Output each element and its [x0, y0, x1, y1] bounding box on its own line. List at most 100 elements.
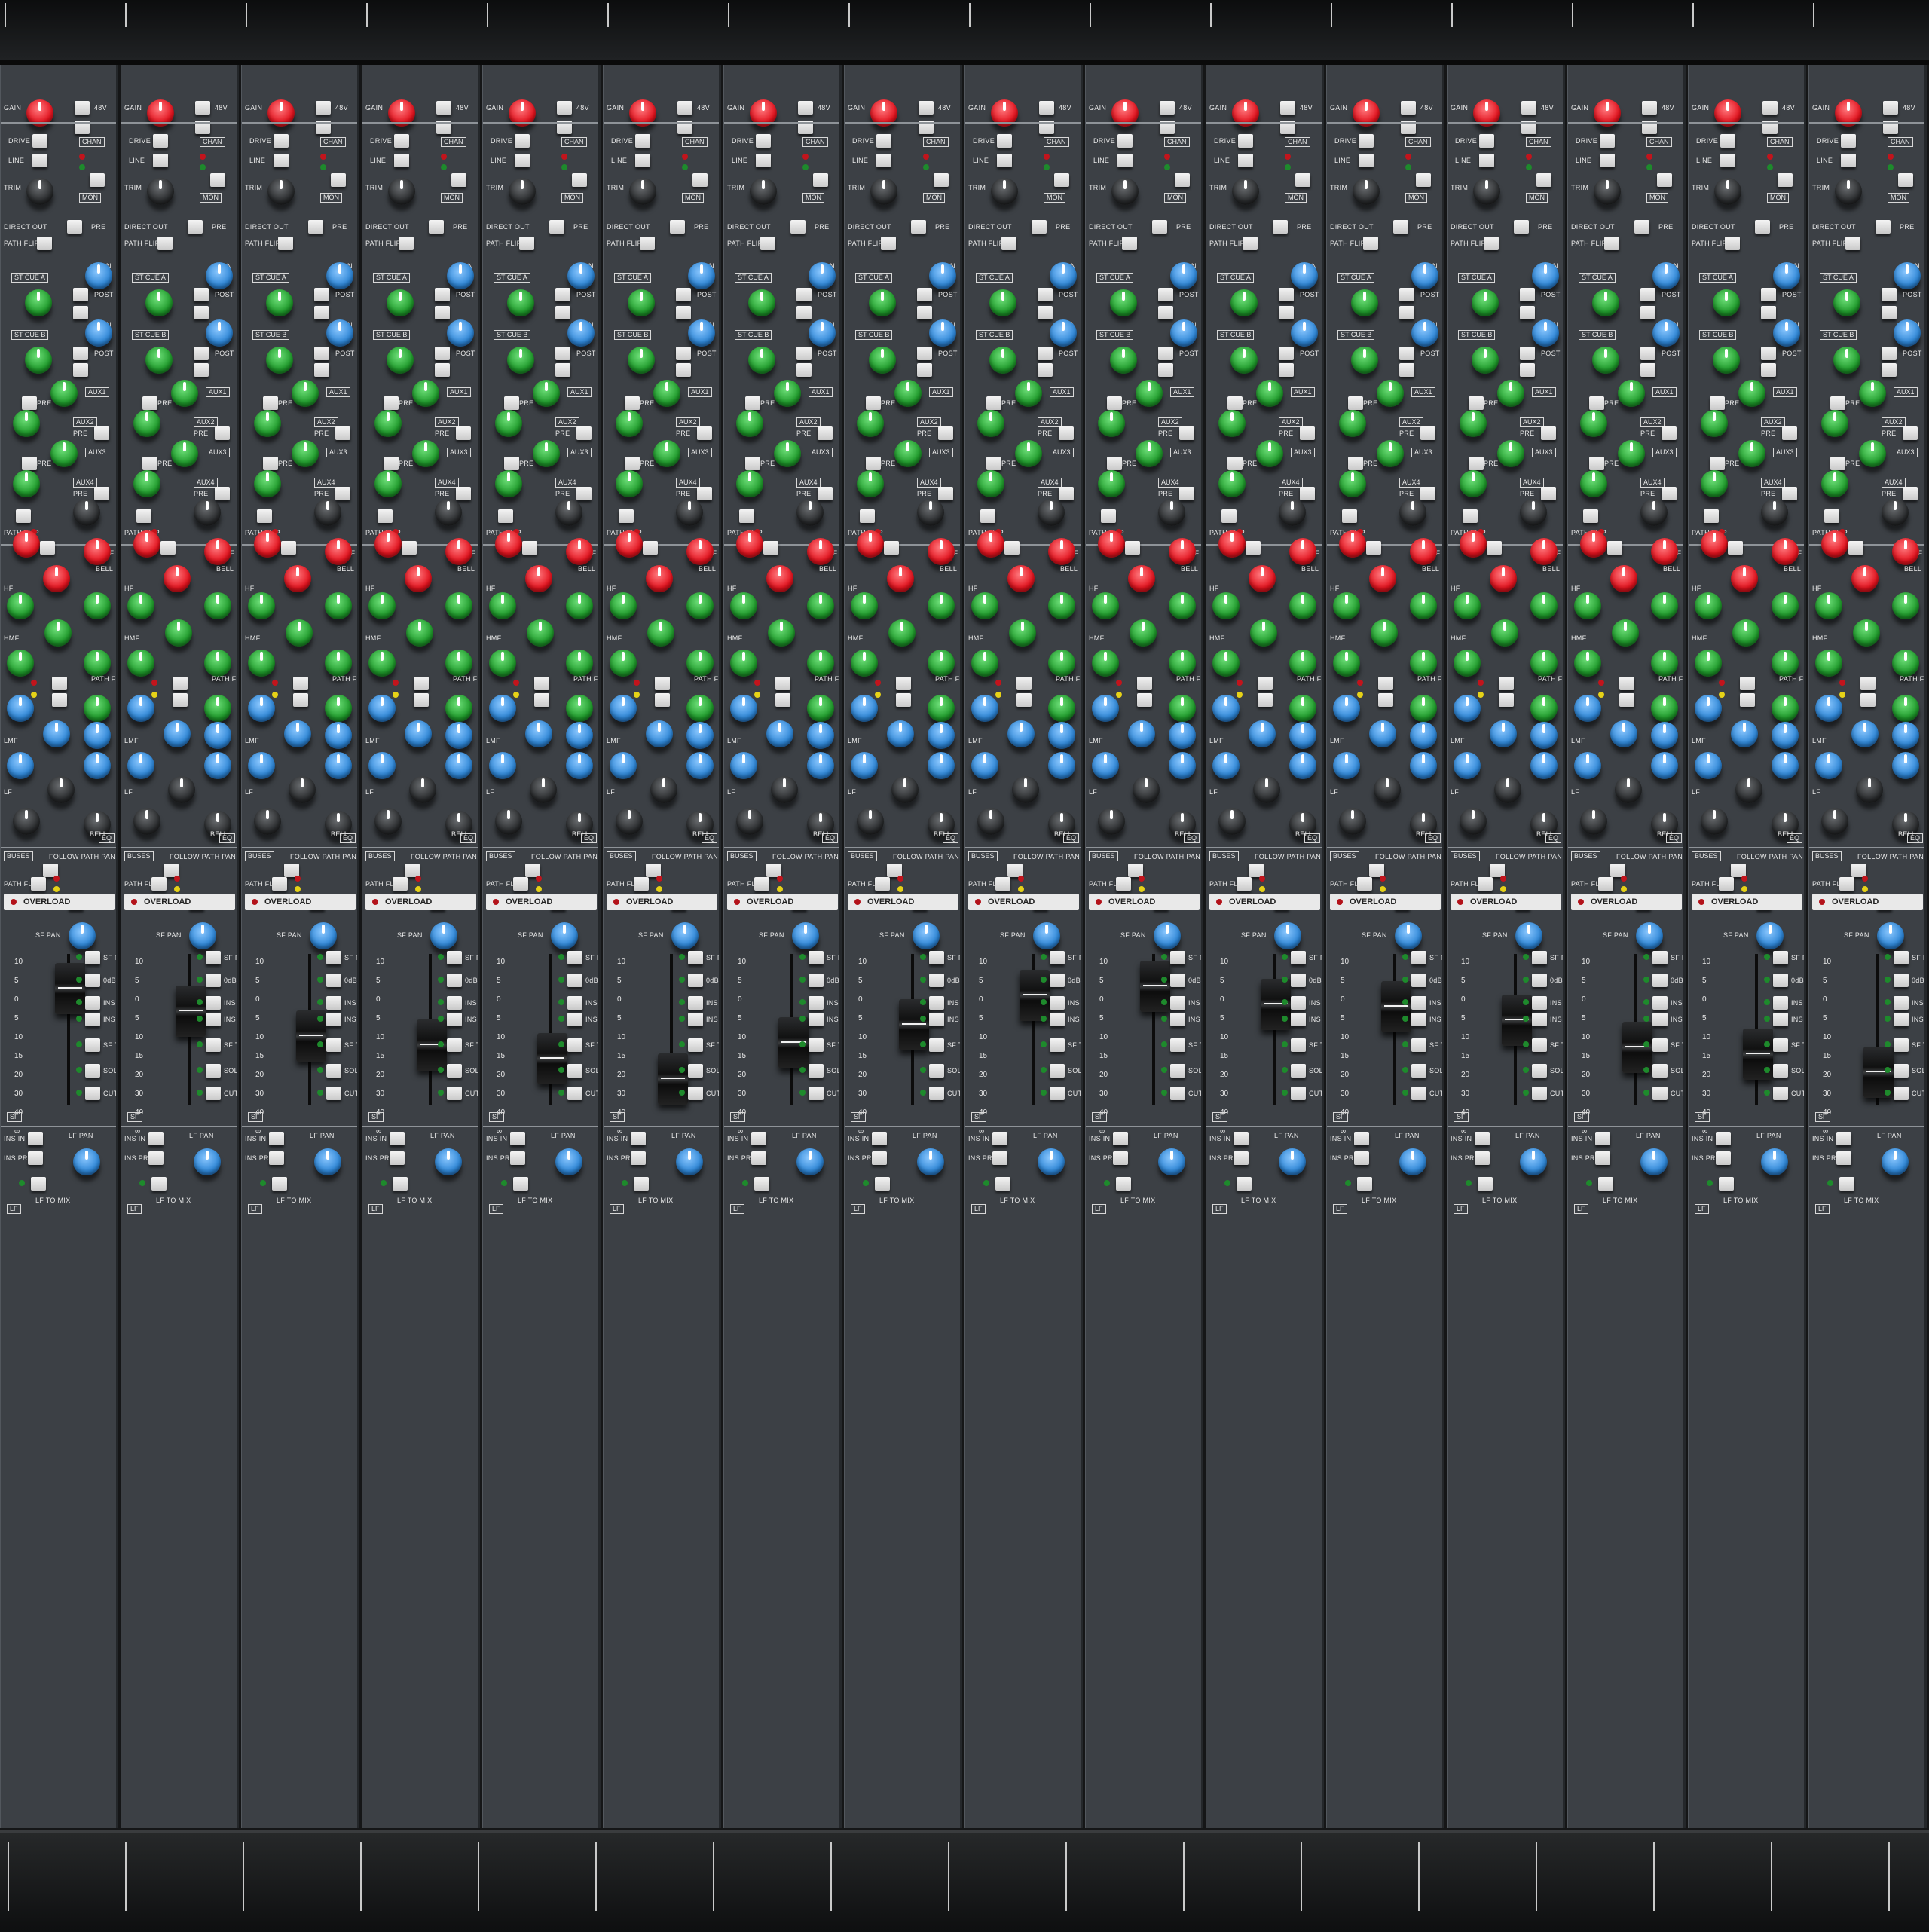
db-button[interactable] — [206, 974, 221, 987]
hmf-q-knob[interactable] — [727, 650, 760, 683]
drive-button[interactable] — [1841, 134, 1856, 148]
sf_from_lf-button[interactable] — [85, 951, 100, 964]
sf_to_mix-button[interactable] — [1532, 1038, 1547, 1052]
hmf-gain-knob[interactable] — [1609, 619, 1642, 653]
cue-a-on-button[interactable] — [1882, 306, 1897, 319]
lf-ins-in-button[interactable] — [1716, 1132, 1731, 1145]
cue-a-on-button[interactable] — [1520, 306, 1535, 319]
aux2-pre-button[interactable] — [1300, 426, 1315, 440]
hmf-freq-knob[interactable] — [1769, 592, 1802, 625]
cue-a-post-button[interactable] — [73, 288, 88, 301]
lmf-q-knob[interactable] — [365, 695, 399, 728]
cue-b-on-button[interactable] — [1640, 363, 1655, 377]
lmf-freq-knob[interactable] — [1246, 720, 1279, 754]
lf-gain-knob[interactable] — [44, 776, 78, 809]
route-path-flip-button[interactable] — [1357, 877, 1372, 891]
lf-freq-knob[interactable] — [563, 752, 596, 785]
hmf-b-knob[interactable] — [1769, 650, 1802, 683]
cue-a-pan-knob[interactable] — [806, 262, 839, 295]
cue-b-on-button[interactable] — [555, 363, 570, 377]
path-flip-button[interactable] — [331, 173, 346, 187]
cue-b-post-button[interactable] — [676, 347, 691, 360]
trim-knob[interactable] — [1591, 178, 1624, 211]
cue-b-on-button[interactable] — [917, 363, 932, 377]
cut-button[interactable] — [85, 1087, 100, 1100]
aux1-level-knob[interactable] — [1374, 380, 1407, 413]
line-button[interactable] — [1238, 154, 1253, 167]
aux3-level-knob[interactable] — [1494, 440, 1527, 473]
drive-button[interactable] — [1720, 134, 1735, 148]
direct-out-pre-button[interactable] — [188, 220, 203, 234]
aux3-level-knob[interactable] — [650, 440, 683, 473]
hf-q-knob[interactable] — [124, 592, 157, 625]
cue-a-on-button[interactable] — [1640, 306, 1655, 319]
aux3-level-knob[interactable] — [1253, 440, 1286, 473]
hmf-b-knob[interactable] — [683, 650, 717, 683]
hmf-q-knob[interactable] — [607, 650, 640, 683]
aux1-level-knob[interactable] — [1615, 380, 1648, 413]
sf-pan-knob[interactable] — [789, 922, 822, 955]
hmf-freq-knob[interactable] — [1045, 592, 1078, 625]
solo-button[interactable] — [688, 1064, 703, 1078]
eq-sub-button[interactable] — [52, 693, 67, 707]
cue-a-level-knob[interactable] — [1830, 289, 1863, 323]
cue-b-level-knob[interactable] — [866, 347, 899, 380]
cue-b-on-button[interactable] — [73, 363, 88, 377]
eq-path-flip-button[interactable] — [173, 677, 188, 690]
sf_from_lf-button[interactable] — [1773, 951, 1788, 964]
cue-a-on-button[interactable] — [1038, 306, 1053, 319]
direct-out-pre-button[interactable] — [67, 220, 82, 234]
ins_pre-button[interactable] — [809, 1013, 824, 1026]
sf_from_lf-button[interactable] — [688, 951, 703, 964]
lf-ins-pre-button[interactable] — [1354, 1151, 1369, 1165]
sf_from_lf-button[interactable] — [1291, 951, 1306, 964]
aux1-level-knob[interactable] — [409, 380, 442, 413]
ins_in-button[interactable] — [929, 996, 944, 1010]
aux4-level-knob[interactable] — [854, 470, 887, 503]
direct-out-pre-button[interactable] — [1273, 220, 1288, 234]
cue-a-level-knob[interactable] — [866, 289, 899, 323]
lf-pan-knob[interactable] — [1637, 1148, 1671, 1182]
cut-button[interactable] — [929, 1087, 944, 1100]
cue-b-pan-knob[interactable] — [444, 319, 477, 353]
cut-button[interactable] — [1411, 1087, 1426, 1100]
drive-button[interactable] — [515, 134, 530, 148]
eq-path-flip-button[interactable] — [1499, 677, 1514, 690]
ins_in-button[interactable] — [1050, 996, 1065, 1010]
db-button[interactable] — [1532, 974, 1547, 987]
hf-q-knob[interactable] — [727, 592, 760, 625]
solo-button[interactable] — [1050, 1064, 1065, 1078]
lf-freq-knob[interactable] — [1648, 752, 1681, 785]
aux4-level-knob[interactable] — [1215, 470, 1249, 503]
cue-a-pan-knob[interactable] — [1529, 262, 1562, 295]
hmf-freq-knob[interactable] — [1286, 592, 1319, 625]
hpf-freq-knob[interactable] — [793, 499, 827, 532]
solo-button[interactable] — [326, 1064, 341, 1078]
lf-to-mix-button[interactable] — [1357, 1177, 1372, 1191]
hf-freq-knob[interactable] — [683, 538, 717, 571]
path-flip-button[interactable] — [1778, 173, 1793, 187]
sf_to_mix-button[interactable] — [1411, 1038, 1426, 1052]
lf-ins-in-button[interactable] — [1836, 1132, 1851, 1145]
cut-button[interactable] — [567, 1087, 582, 1100]
cue-b-on-button[interactable] — [1038, 363, 1053, 377]
lf-to-mix-button[interactable] — [995, 1177, 1010, 1191]
lmf-a-knob[interactable] — [1166, 695, 1199, 728]
cue-a-pan-knob[interactable] — [444, 262, 477, 295]
cue-a-level-knob[interactable] — [22, 289, 55, 323]
lf-ins-pre-button[interactable] — [269, 1151, 284, 1165]
eq-sub-button[interactable] — [1499, 693, 1514, 707]
aux4-pre-button[interactable] — [335, 487, 350, 500]
cue-b-level-knob[interactable] — [986, 347, 1020, 380]
lmf-freq-knob[interactable] — [522, 720, 555, 754]
path-flip-button[interactable] — [640, 237, 655, 250]
cut-button[interactable] — [447, 1087, 462, 1100]
cut-button[interactable] — [206, 1087, 221, 1100]
eq-sub-button[interactable] — [1740, 693, 1755, 707]
sf_from_lf-button[interactable] — [809, 951, 824, 964]
eq-path-flip-button[interactable] — [1137, 677, 1152, 690]
aux4-level-knob[interactable] — [371, 470, 405, 503]
cue-a-pan-knob[interactable] — [1408, 262, 1441, 295]
hf-q-knob[interactable] — [486, 592, 519, 625]
cue-b-post-button[interactable] — [1882, 347, 1897, 360]
